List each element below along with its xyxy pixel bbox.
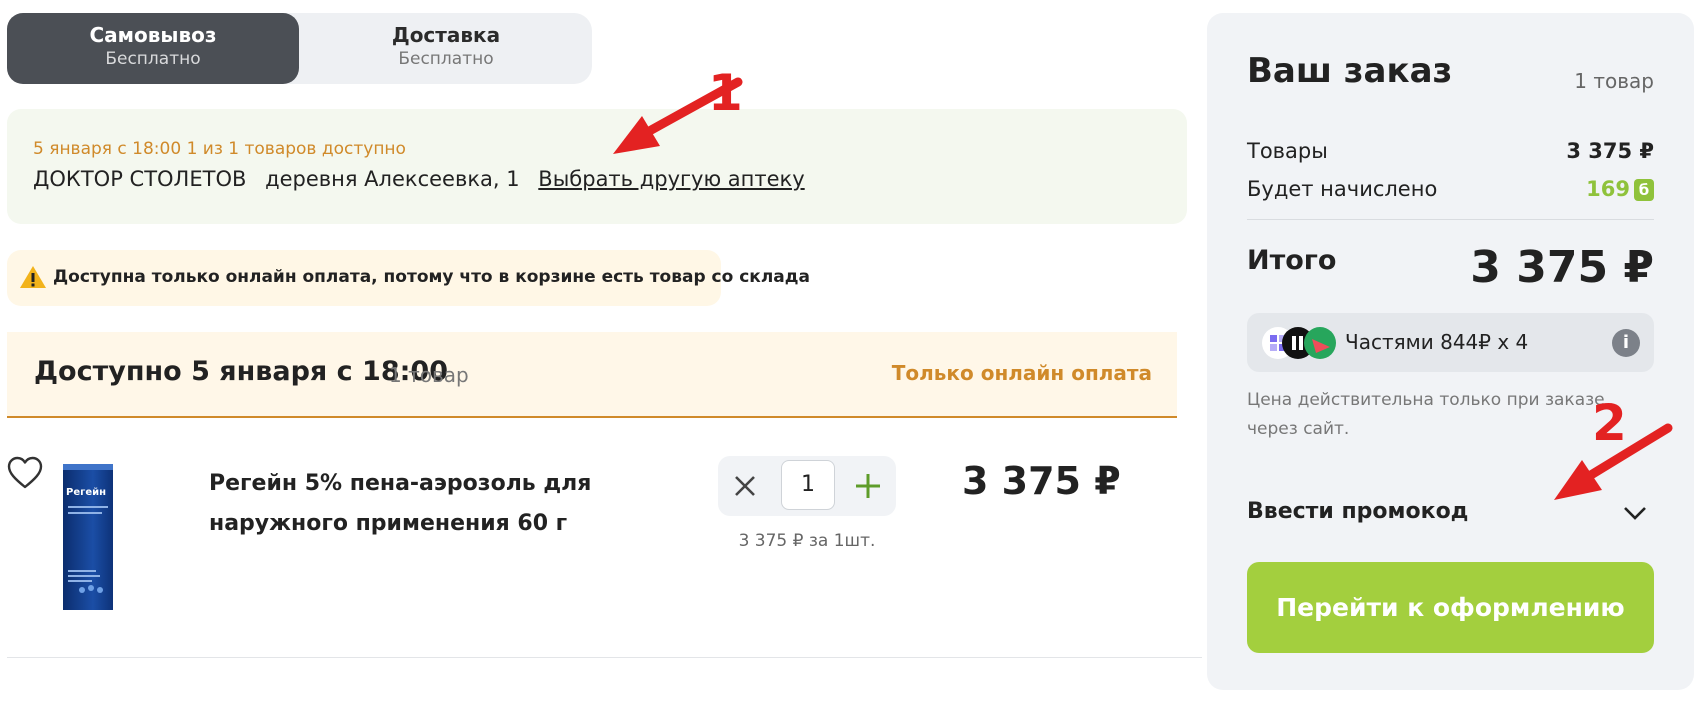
total-value: 3 375 ₽ <box>1470 242 1654 293</box>
checkout-button[interactable]: Перейти к оформлению <box>1247 562 1654 653</box>
bonus-row: Будет начислено 169 б <box>1247 177 1654 201</box>
favorite-heart-icon[interactable] <box>7 456 43 490</box>
delivery-tab-title: Доставка <box>391 23 501 47</box>
unit-price: 3 375 ₽ за 1шт. <box>738 531 876 551</box>
change-pharmacy-link[interactable]: Выбрать другую аптеку <box>538 167 804 191</box>
info-icon[interactable]: i <box>1612 329 1640 357</box>
total-label: Итого <box>1247 245 1337 276</box>
annotation-number-1: 1 <box>708 64 743 122</box>
summary-item-count: 1 товар <box>1574 69 1654 93</box>
bonus-icon: б <box>1634 179 1654 201</box>
product-image-brand: Регейн <box>66 487 106 498</box>
summary-divider <box>1247 219 1654 220</box>
remove-icon[interactable] <box>731 472 759 500</box>
quantity-stepper: 1 <box>718 456 896 516</box>
product-name[interactable]: Регейн 5% пена-аэрозоль для наружного пр… <box>209 464 709 544</box>
delivery-method-toggle: Самовывоз Бесплатно Доставка Бесплатно <box>7 13 592 84</box>
payment-providers-icon <box>1262 327 1336 359</box>
order-summary-panel: Ваш заказ 1 товар Товары 3 375 ₽ Будет н… <box>1207 13 1694 690</box>
availability-group-header: Доступно 5 января с 18:00 1 товар Только… <box>7 332 1177 418</box>
promo-code-label: Ввести промокод <box>1247 499 1469 524</box>
installments-banner[interactable]: Частями 844₽ х 4 i <box>1247 313 1654 372</box>
group-item-count: 1 товар <box>389 363 469 387</box>
installments-text: Частями 844₽ х 4 <box>1345 330 1529 354</box>
pickup-tab[interactable]: Самовывоз Бесплатно <box>7 13 299 84</box>
goods-value: 3 375 ₽ <box>1566 139 1654 163</box>
product-image[interactable]: Регейн <box>60 462 116 612</box>
bonus-value-group: 169 б <box>1586 177 1654 201</box>
warning-text: Доступна только онлайн оплата, потому чт… <box>53 267 810 287</box>
bonus-value: 169 <box>1586 177 1630 201</box>
bonus-label: Будет начислено <box>1247 177 1438 201</box>
delivery-tab-subtitle: Бесплатно <box>398 49 494 69</box>
pharmacy-availability-panel: 5 января с 18:00 1 из 1 товаров доступно… <box>7 109 1187 224</box>
summary-title: Ваш заказ <box>1247 51 1453 91</box>
annotation-number-2: 2 <box>1592 394 1627 452</box>
availability-date: 5 января с 18:00 1 из 1 товаров доступно <box>33 139 406 159</box>
delivery-tab[interactable]: Доставка Бесплатно <box>300 13 592 84</box>
pharmacy-address: деревня Алексеевка, 1 <box>265 167 520 191</box>
goods-label: Товары <box>1247 139 1328 163</box>
pickup-tab-subtitle: Бесплатно <box>105 49 201 69</box>
warning-icon <box>20 266 46 288</box>
online-payment-warning: Доступна только онлайн оплата, потому чт… <box>7 250 810 306</box>
pickup-tab-title: Самовывоз <box>89 23 217 47</box>
goods-row: Товары 3 375 ₽ <box>1247 139 1654 163</box>
row-divider <box>7 657 1202 658</box>
group-title: Доступно 5 января с 18:00 <box>34 356 449 387</box>
group-payment-label: Только онлайн оплата <box>891 361 1152 385</box>
pharmacy-name: ДОКТОР СТОЛЕТОВ <box>33 167 247 191</box>
product-price: 3 375 ₽ <box>962 459 1121 503</box>
pharmacy-info: ДОКТОР СТОЛЕТОВ деревня Алексеевка, 1 Вы… <box>33 167 817 191</box>
quantity-input[interactable]: 1 <box>781 460 835 510</box>
plus-icon[interactable] <box>854 472 882 500</box>
